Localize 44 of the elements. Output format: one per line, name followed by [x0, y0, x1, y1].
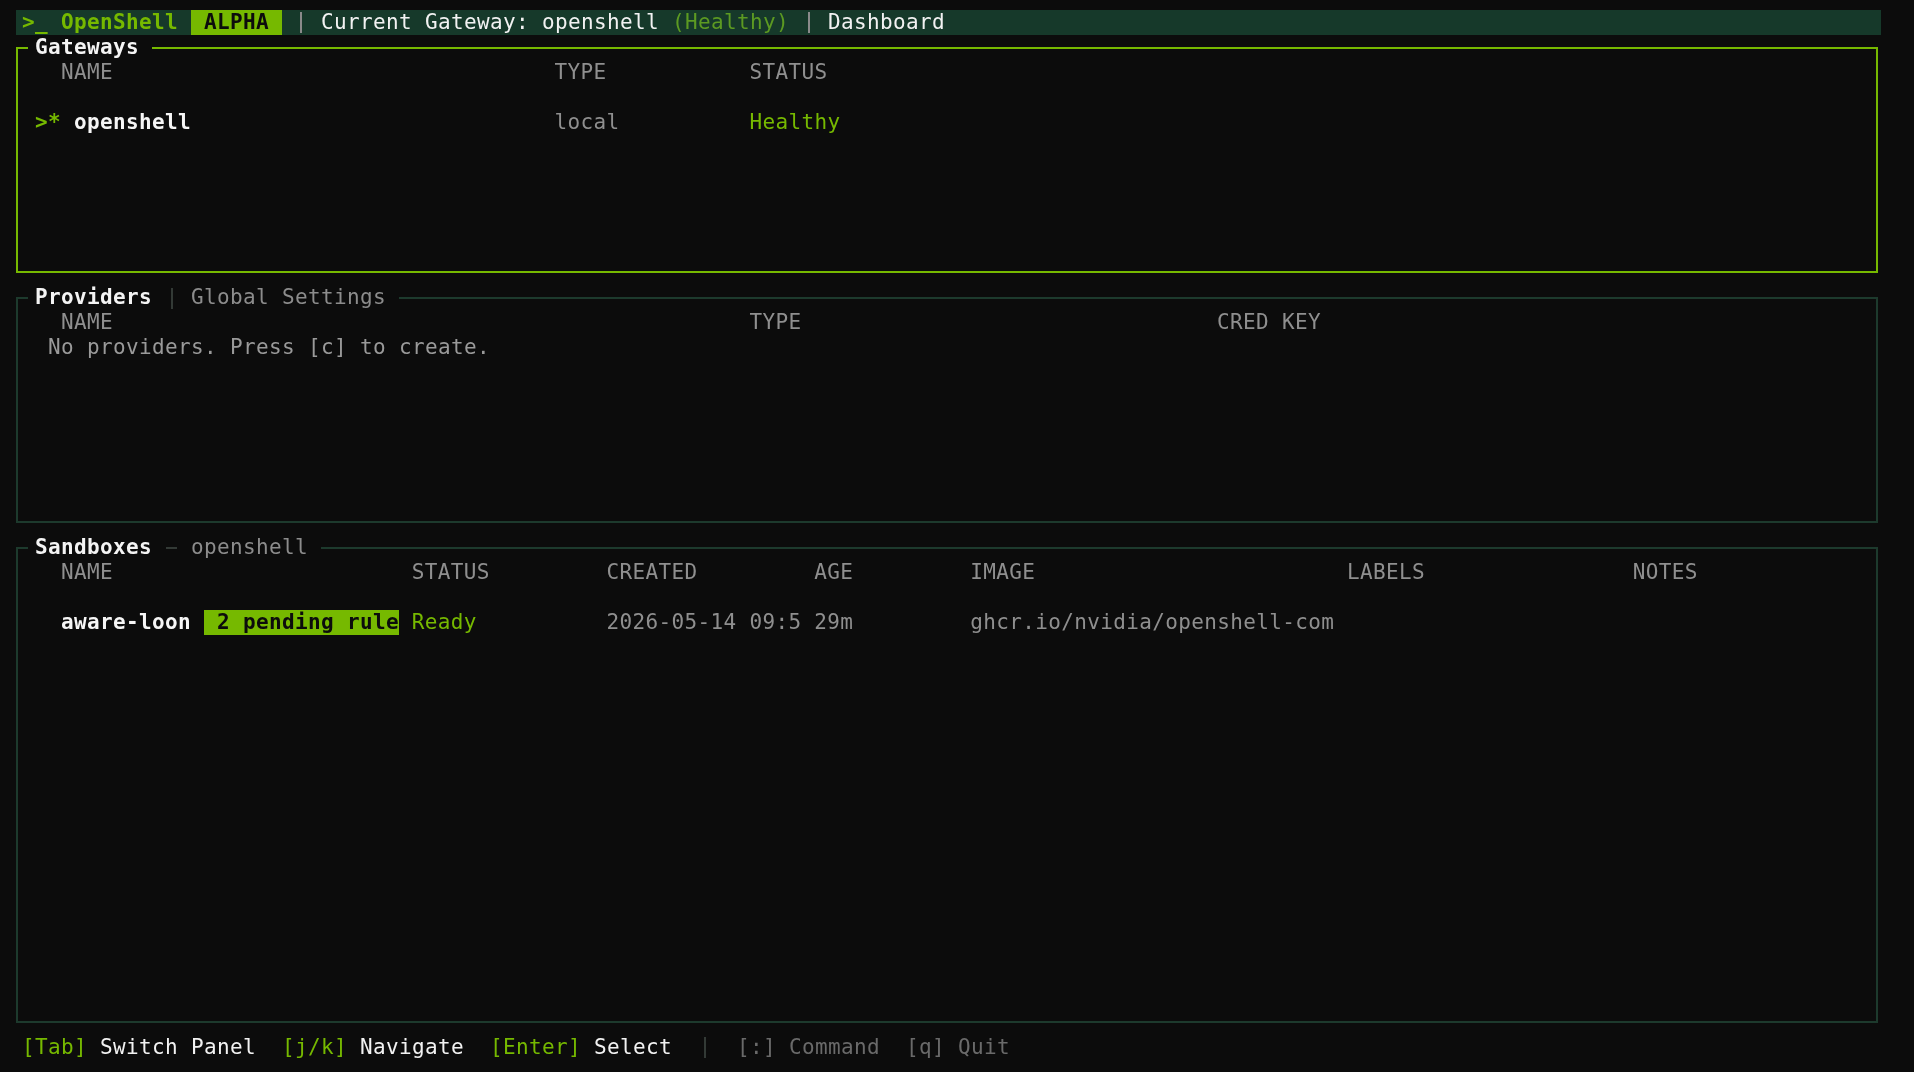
panel-title: Sandboxes [35, 535, 153, 559]
column-header: TYPE [554, 60, 608, 85]
hint-label: Navigate [360, 1035, 465, 1060]
hint-label: Switch Panel [100, 1035, 257, 1060]
column-header: AGE [814, 560, 855, 585]
column-header: NAME [60, 310, 114, 335]
hint-label: Select [594, 1035, 673, 1060]
app-title: >_ OpenShell [22, 10, 179, 35]
key-hint: [Enter] [490, 1035, 582, 1060]
column-header: CRED KEY [1217, 310, 1323, 335]
current-gateway-label: Current Gateway: openshell [320, 10, 660, 35]
empty-state-message: No providers. Press [c] to create. [47, 335, 492, 360]
column-header: CREATED [606, 560, 699, 585]
column-header: LABELS [1346, 560, 1426, 585]
panel-subtitle: openshell [191, 535, 308, 559]
status-text: Ready [411, 610, 478, 635]
view-title: Dashboard [828, 10, 946, 35]
panel-tab[interactable]: Providers [35, 285, 153, 309]
table-cell-text: ghcr.io/nvidia/openshell-com [970, 610, 1336, 635]
key-hint: [Tab] [22, 1035, 87, 1060]
column-header: NAME [60, 60, 114, 85]
status-text: Healthy [749, 110, 842, 135]
gateway-health-status: (Healthy) [672, 10, 790, 35]
table-cell-text: 29m [814, 610, 855, 635]
column-header: STATUS [411, 560, 491, 585]
key-hint: [q] [906, 1035, 945, 1060]
panel-title: Gateways [35, 35, 140, 59]
alpha-badge: ALPHA [191, 10, 282, 35]
panel-tab[interactable]: Global Settings [191, 285, 387, 309]
row-cursor-marker: >* [35, 110, 62, 135]
column-header: NAME [60, 560, 114, 585]
table-cell: aware-loon [60, 610, 191, 635]
table-cell-text: openshell [73, 110, 192, 135]
column-header: TYPE [749, 310, 803, 335]
table-cell-text: local [554, 110, 621, 135]
column-header: IMAGE [970, 560, 1037, 585]
column-header: NOTES [1632, 560, 1699, 585]
key-hint: [:] [737, 1035, 776, 1060]
column-header: STATUS [749, 60, 829, 85]
hint-label: Quit [958, 1035, 1010, 1060]
table-cell-text: 2026-05-14 09:5 [606, 610, 803, 635]
pending-rules-badge: 2 pending rule [204, 610, 399, 635]
hint-label: Command [789, 1035, 880, 1060]
key-hint: [j/k] [282, 1035, 348, 1060]
